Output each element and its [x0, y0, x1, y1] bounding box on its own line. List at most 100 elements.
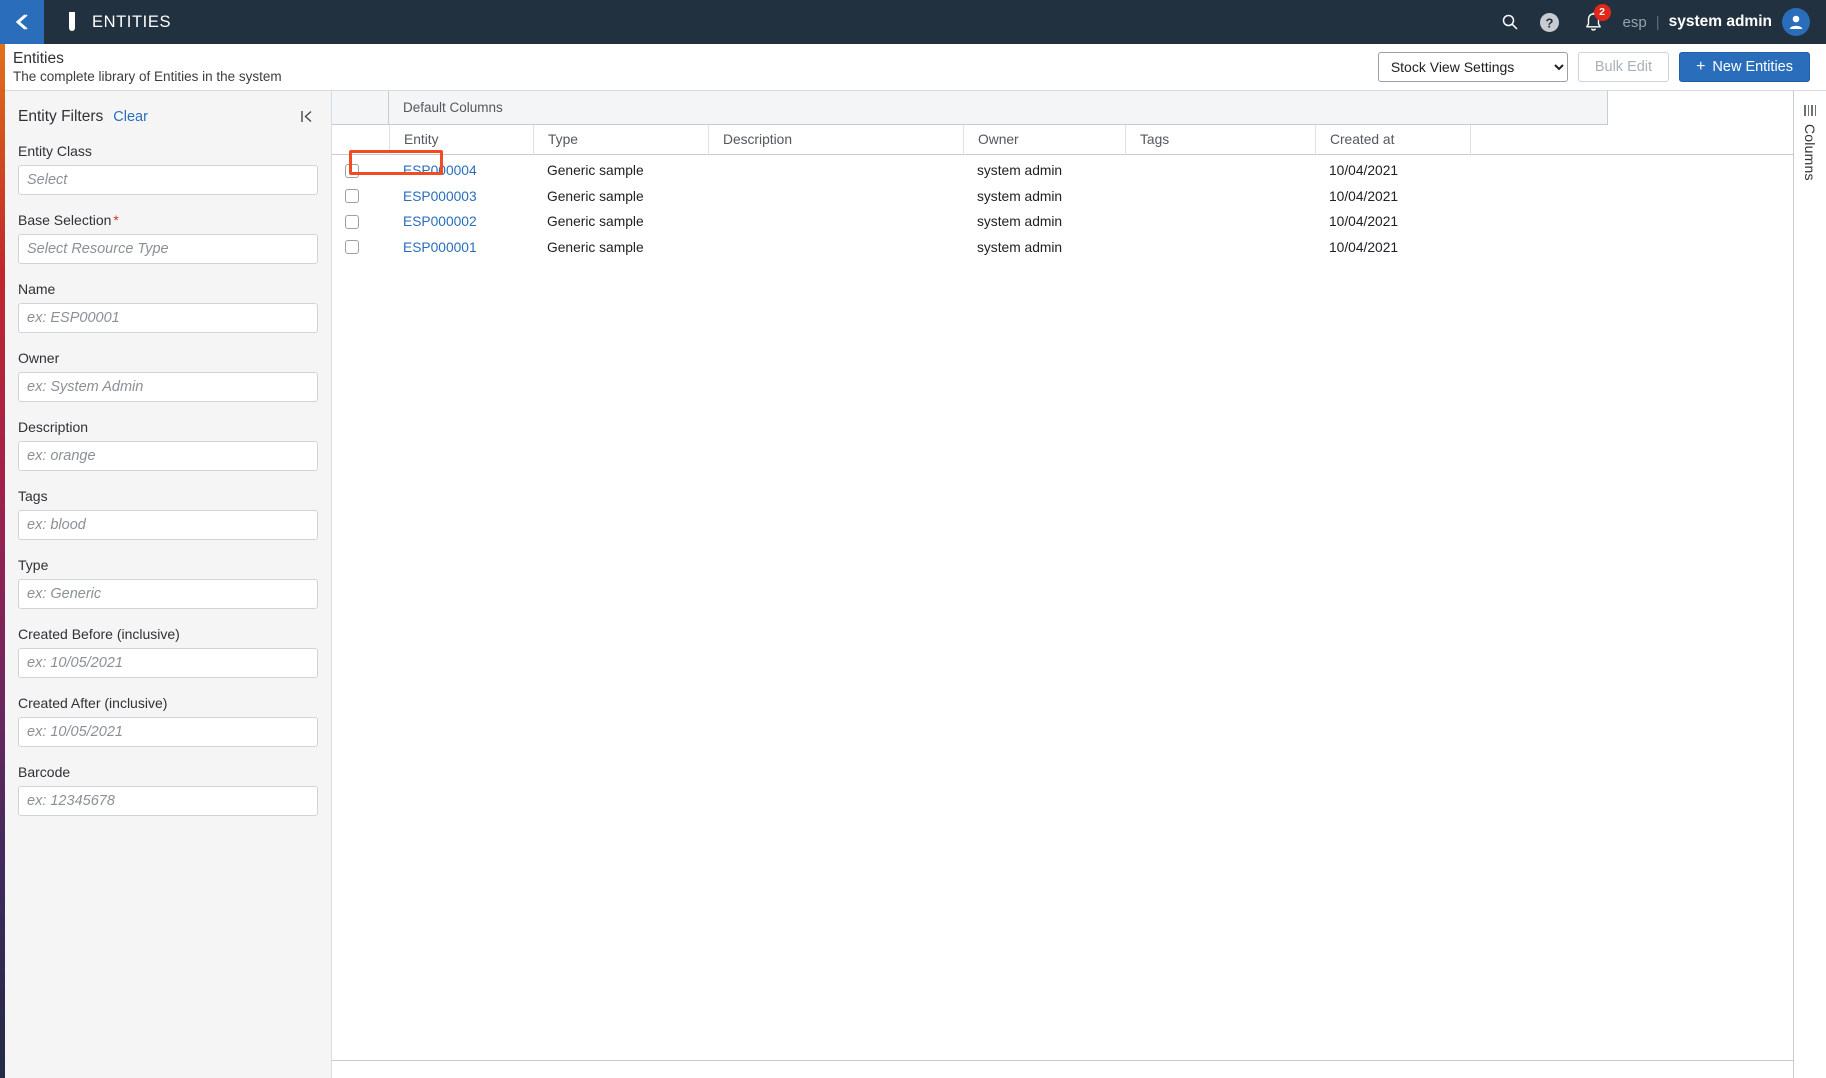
clear-filters-link[interactable]: Clear — [113, 109, 148, 125]
row-checkbox-cell[interactable] — [332, 158, 389, 184]
cell-description — [708, 158, 963, 184]
filter-field-created-after: Created After (inclusive) — [5, 695, 331, 747]
entity-class-select[interactable]: Select — [18, 165, 318, 195]
cell-entity[interactable]: ESP000001 — [389, 235, 533, 261]
filter-field-tags: Tags — [5, 488, 331, 540]
barcode-input[interactable] — [18, 786, 318, 816]
column-header-filler — [1470, 124, 1793, 155]
help-button[interactable]: ? — [1533, 0, 1567, 44]
tags-input[interactable] — [18, 510, 318, 540]
column-header-entity[interactable]: Entity — [389, 124, 533, 155]
entity-filters-sidebar: Entity Filters Clear Entity Class Select… — [5, 91, 332, 1078]
name-input[interactable] — [18, 303, 318, 333]
filter-field-name: Name — [5, 281, 331, 333]
table-row[interactable]: ESP000001 Generic sample system admin 10… — [332, 235, 1793, 261]
collapse-filters-button[interactable] — [298, 107, 317, 126]
accent-edge-strip — [0, 44, 5, 1078]
row-checkbox[interactable] — [345, 189, 359, 204]
new-entities-button[interactable]: + New Entities — [1679, 52, 1810, 82]
columns-panel-toggle[interactable]: Columns — [1793, 91, 1826, 1078]
cell-entity[interactable]: ESP000002 — [389, 209, 533, 235]
app-title: ENTITIES — [92, 12, 172, 31]
row-checkbox[interactable] — [345, 163, 359, 178]
cell-owner: system admin — [977, 214, 1063, 229]
grip-lines-vertical-icon — [1804, 105, 1816, 116]
filter-label-created-before: Created Before (inclusive) — [18, 626, 180, 642]
required-asterisk: * — [113, 212, 119, 228]
filter-label-barcode: Barcode — [18, 764, 71, 780]
row-checkbox-cell[interactable] — [332, 209, 389, 235]
search-button[interactable] — [1493, 0, 1527, 44]
cell-description — [708, 209, 963, 235]
cell-created-at: 10/04/2021 — [1329, 239, 1399, 255]
filter-field-base-selection: Base Selection * Select Resource Type — [5, 212, 331, 264]
filter-label-base-selection: Base Selection * — [18, 212, 318, 228]
type-input[interactable] — [18, 579, 318, 609]
tenant-separator: | — [1655, 13, 1660, 31]
view-settings-select[interactable]: Stock View Settings — [1377, 52, 1568, 82]
filter-field-created-before: Created Before (inclusive) — [5, 626, 331, 678]
user-avatar-icon — [1789, 15, 1803, 29]
row-checkbox[interactable] — [345, 240, 359, 255]
row-checkbox[interactable] — [345, 214, 359, 229]
created-before-input[interactable] — [18, 648, 318, 678]
chevron-left-icon — [15, 14, 28, 30]
filter-label-entity-class: Entity Class — [18, 143, 92, 159]
cell-tags — [1125, 158, 1315, 184]
table-row[interactable]: ESP000003 Generic sample system admin 10… — [332, 184, 1793, 210]
table-footer-bar — [332, 1060, 1793, 1078]
cell-owner: system admin — [977, 239, 1063, 255]
filter-field-description: Description — [5, 419, 331, 471]
table-row[interactable]: ESP000002 Generic sample system admin 10… — [332, 209, 1793, 235]
cell-type: Generic sample — [547, 239, 644, 255]
group-header-default-columns: Default Columns — [389, 91, 1608, 125]
row-checkbox-cell[interactable] — [332, 184, 389, 210]
cell-created-at: 10/04/2021 — [1329, 214, 1399, 229]
row-checkbox-cell[interactable] — [332, 235, 389, 261]
back-navigation-button[interactable] — [0, 0, 44, 44]
created-after-input[interactable] — [18, 717, 318, 747]
column-header-description[interactable]: Description — [708, 124, 963, 155]
cell-entity[interactable]: ESP000004 — [389, 158, 533, 184]
avatar[interactable] — [1782, 8, 1810, 36]
username-label[interactable]: system admin — [1669, 13, 1772, 31]
cell-tags — [1125, 209, 1315, 235]
top-navigation-bar: ENTITIES ? 2 esp | system admin — [0, 0, 1826, 44]
help-circle-icon: ? — [1540, 12, 1560, 32]
filter-field-owner: Owner — [5, 350, 331, 402]
columns-panel-label: Columns — [1802, 124, 1818, 181]
cell-created-at: 10/04/2021 — [1329, 163, 1399, 178]
filter-label-base-selection-text: Base Selection — [18, 212, 112, 228]
filters-title: Entity Filters — [18, 107, 104, 125]
group-header-spacer — [332, 91, 389, 125]
description-input[interactable] — [18, 441, 318, 471]
cell-owner: system admin — [977, 163, 1063, 178]
base-selection-select[interactable]: Select Resource Type — [18, 234, 318, 264]
owner-input[interactable] — [18, 372, 318, 402]
collapse-panel-icon — [301, 110, 312, 123]
column-header-owner[interactable]: Owner — [963, 124, 1125, 155]
search-icon — [1502, 14, 1518, 30]
filter-field-barcode: Barcode — [5, 764, 331, 816]
cell-type: Generic sample — [547, 163, 644, 178]
cell-entity[interactable]: ESP000003 — [389, 184, 533, 210]
page-header-actions: Stock View Settings Bulk Edit + New Enti… — [1377, 52, 1826, 82]
filter-label-type: Type — [18, 557, 49, 573]
notifications-button[interactable]: 2 — [1577, 0, 1611, 44]
table-row[interactable]: ESP000004 Generic sample system admin 10… — [332, 158, 1793, 184]
column-header-tags[interactable]: Tags — [1125, 124, 1315, 155]
table-header-row: Entity Type Description Owner Tags Creat… — [332, 124, 1793, 155]
column-header-type[interactable]: Type — [533, 124, 708, 155]
page-header-titles: Entities The complete library of Entitie… — [13, 50, 282, 85]
page-header: Entities The complete library of Entitie… — [5, 44, 1826, 91]
svg-text:?: ? — [1546, 15, 1554, 30]
column-header-created-at[interactable]: Created at — [1315, 124, 1470, 155]
cell-owner: system admin — [977, 188, 1063, 204]
cell-type: Generic sample — [547, 188, 644, 204]
page-title: Entities — [13, 49, 64, 67]
table-group-header-row: Default Columns — [332, 91, 1793, 125]
page-subtitle: The complete library of Entities in the … — [13, 68, 282, 84]
new-entities-label: New Entities — [1712, 59, 1793, 75]
bulk-edit-button[interactable]: Bulk Edit — [1577, 52, 1670, 82]
filter-label-name: Name — [18, 281, 56, 297]
